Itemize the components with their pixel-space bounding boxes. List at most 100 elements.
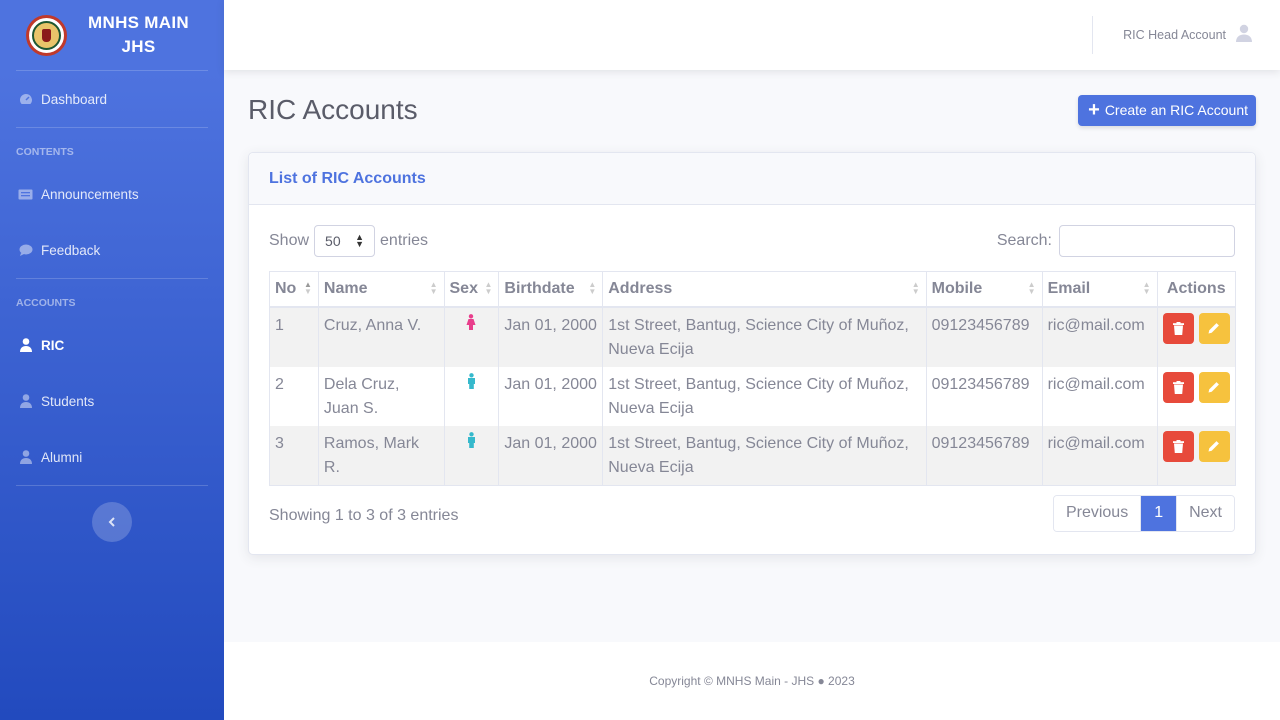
cell-birthdate: Jan 01, 2000: [498, 306, 604, 367]
cell-actions: [1156, 306, 1237, 367]
sidebar-item-label: Announcements: [41, 186, 139, 202]
user-name: RIC Head Account: [1123, 27, 1226, 42]
sidebar-item-label: RIC: [41, 337, 65, 353]
trash-icon: [1172, 321, 1184, 335]
sidebar: MNHS MAIN JHS Dashboard CONTENTS Announc…: [0, 0, 224, 720]
column-header-name[interactable]: Name ▲ ▼: [317, 271, 445, 308]
card-body: Show 50 ▲ ▼ entries Search: No ▲ ▼ Name ▲: [249, 205, 1255, 554]
cell-sex: [443, 425, 500, 486]
cell-address: 1st Street, Bantug, Science City of Muño…: [602, 425, 927, 486]
sidebar-toggle-button[interactable]: [92, 502, 132, 542]
pagination-page-1[interactable]: 1: [1140, 495, 1177, 531]
page-footer: Copyright © MNHS Main - JHS ● 2023: [224, 642, 1280, 720]
create-button-label: Create an RIC Account: [1104, 102, 1248, 118]
cell-email: ric@mail.com: [1041, 425, 1158, 486]
cell-birthdate: Jan 01, 2000: [498, 366, 604, 426]
column-header-email[interactable]: Email ▲ ▼: [1041, 271, 1158, 308]
pagination: Previous 1 Next: [1052, 494, 1235, 532]
sidebar-item-feedback[interactable]: Feedback: [0, 222, 224, 278]
sort-icon: ▲ ▼: [303, 280, 312, 296]
cell-mobile: 09123456789: [925, 425, 1043, 486]
entries-label: entries: [380, 232, 429, 249]
column-header-mobile[interactable]: Mobile ▲ ▼: [925, 271, 1043, 308]
sidebar-toggle-wrap: [0, 486, 224, 542]
edit-button[interactable]: [1198, 312, 1230, 344]
brand-line1: MNHS MAIN: [88, 13, 189, 32]
page-length-value: 50: [325, 233, 341, 249]
ric-accounts-card: List of RIC Accounts Show 50 ▲ ▼ entries …: [248, 152, 1256, 555]
select-arrows-icon: ▲ ▼: [355, 232, 365, 249]
cell-actions: [1156, 366, 1237, 426]
column-header-no[interactable]: No ▲ ▼: [269, 271, 319, 308]
sidebar-item-label: Students: [41, 393, 95, 409]
user-icon: [18, 450, 33, 464]
topbar-divider: [1092, 16, 1093, 54]
card-title: List of RIC Accounts: [269, 169, 426, 187]
pencil-icon: [1208, 323, 1220, 334]
table-info: Showing 1 to 3 of 3 entries: [269, 507, 459, 524]
show-label: Show: [269, 232, 310, 249]
cell-email: ric@mail.com: [1041, 306, 1158, 367]
page-length-control: Show 50 ▲ ▼ entries: [269, 225, 428, 257]
table-row: 2 Dela Cruz, Juan S. Jan 01, 2000 1st St…: [269, 366, 1237, 426]
table-controls: Show 50 ▲ ▼ entries Search:: [269, 225, 1235, 257]
sidebar-item-ric[interactable]: RIC: [0, 317, 224, 373]
cell-no: 2: [269, 366, 319, 426]
brand-text: MNHS MAIN JHS: [67, 11, 210, 59]
user-icon: [18, 338, 33, 352]
sidebar-heading-contents: CONTENTS: [16, 146, 74, 158]
sort-icon: ▲ ▼: [429, 280, 438, 296]
tachometer-icon: [18, 93, 33, 105]
user-icon: [18, 394, 33, 408]
search-label: Search:: [996, 232, 1052, 249]
pagination-previous[interactable]: Previous: [1053, 495, 1141, 531]
sidebar-item-label: Alumni: [41, 449, 83, 465]
edit-button[interactable]: [1198, 371, 1230, 403]
chevron-left-icon: [108, 517, 115, 527]
delete-button[interactable]: [1162, 430, 1194, 462]
table-header-row: No ▲ ▼ Name ▲ ▼ Sex ▲ ▼ Birthdate ▲ ▼ Address ▲ ▼ …: [269, 271, 1237, 308]
sidebar-heading-accounts: ACCOUNTS: [16, 297, 76, 309]
cell-name: Cruz, Anna V.: [317, 306, 445, 367]
sort-icon: ▲ ▼: [484, 280, 493, 296]
table-footer: Showing 1 to 3 of 3 entries Previous 1 N…: [269, 494, 1235, 532]
comment-icon: [18, 244, 33, 256]
sort-icon: ▲ ▼: [1027, 280, 1036, 296]
sidebar-item-alumni[interactable]: Alumni: [0, 429, 224, 485]
pagination-next[interactable]: Next: [1176, 495, 1234, 531]
male-icon: [467, 372, 475, 389]
female-icon: [466, 313, 476, 330]
cell-address: 1st Street, Bantug, Science City of Muño…: [602, 366, 927, 426]
sidebar-item-announcements[interactable]: Announcements: [0, 166, 224, 222]
delete-button[interactable]: [1162, 371, 1194, 403]
pencil-icon: [1208, 441, 1220, 452]
user-dropdown[interactable]: RIC Head Account: [1123, 24, 1252, 45]
page-length-select[interactable]: 50 ▲ ▼: [314, 225, 376, 257]
column-header-address[interactable]: Address ▲ ▼: [602, 271, 927, 308]
newspaper-icon: [18, 189, 33, 200]
sidebar-brand[interactable]: MNHS MAIN JHS: [0, 0, 224, 70]
table-row: 1 Cruz, Anna V. Jan 01, 2000 1st Street,…: [269, 306, 1237, 367]
sidebar-item-dashboard[interactable]: Dashboard: [0, 71, 224, 127]
column-header-birthdate[interactable]: Birthdate ▲ ▼: [498, 271, 604, 308]
topbar: RIC Head Account: [224, 0, 1280, 70]
delete-button[interactable]: [1162, 312, 1194, 344]
sidebar-item-students[interactable]: Students: [0, 373, 224, 429]
create-ric-account-button[interactable]: + Create an RIC Account: [1078, 94, 1256, 126]
column-header-sex[interactable]: Sex ▲ ▼: [443, 271, 500, 308]
ric-accounts-table: No ▲ ▼ Name ▲ ▼ Sex ▲ ▼ Birthdate ▲ ▼ Address ▲ ▼ …: [269, 271, 1237, 486]
cell-address: 1st Street, Bantug, Science City of Muño…: [602, 306, 927, 367]
cell-sex: [443, 366, 500, 426]
cell-mobile: 09123456789: [925, 306, 1043, 367]
copyright-text: Copyright © MNHS Main - JHS ● 2023: [649, 674, 855, 688]
school-logo: [26, 14, 67, 56]
edit-button[interactable]: [1198, 430, 1230, 462]
search-input[interactable]: [1059, 225, 1235, 257]
cell-name: Dela Cruz, Juan S.: [317, 366, 445, 426]
cell-mobile: 09123456789: [925, 366, 1043, 426]
trash-icon: [1172, 439, 1184, 453]
sort-icon: ▲ ▼: [911, 280, 920, 296]
sort-icon: ▲ ▼: [1142, 280, 1151, 296]
cell-email: ric@mail.com: [1041, 366, 1158, 426]
cell-no: 1: [269, 306, 319, 367]
